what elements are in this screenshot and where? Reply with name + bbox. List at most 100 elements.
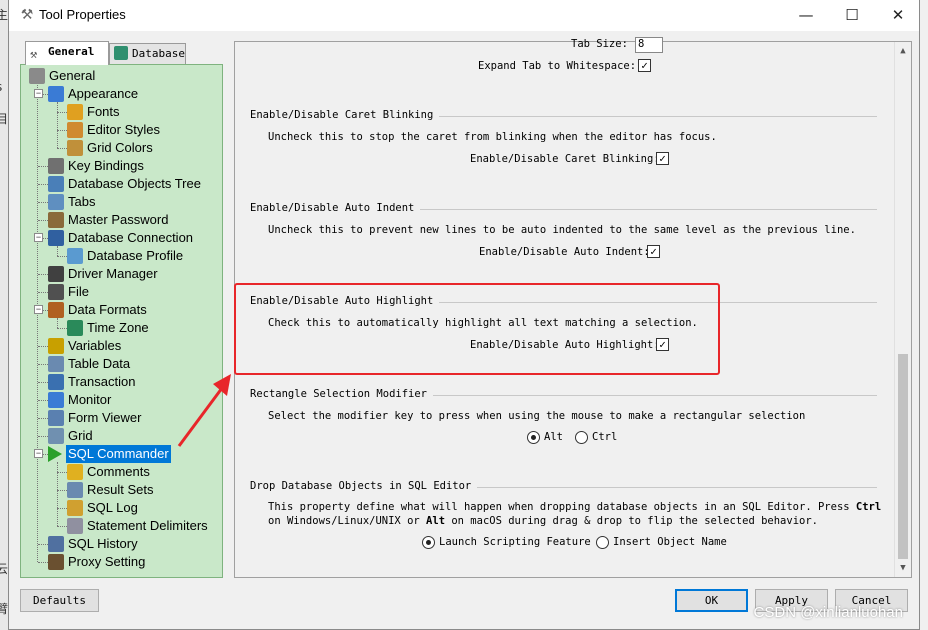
tree-item-label: Database Objects Tree [68,176,201,191]
watermark-text: CSDN @xinlianluohan [753,604,903,621]
tree-item-label: Master Password [68,212,169,227]
minimize-button[interactable]: — [783,0,829,31]
settings-tree: General Appearance − Fonts Editor Styles Grid… [20,64,223,578]
collapse-toggle-icon[interactable]: − [34,233,43,242]
ctrl-radio-label[interactable]: Ctrl [592,431,617,443]
caret-heading: Enable/Disable Caret Blinking [250,109,440,121]
maximize-button[interactable]: ☐ [829,0,875,31]
caret-description: Uncheck this to stop the caret from blin… [268,131,717,143]
tree-item-label: Key Bindings [68,158,144,173]
drop-description-line1: This property define what will happen wh… [268,501,882,513]
collapse-toggle-icon[interactable]: − [34,449,43,458]
insert-object-name-label[interactable]: Insert Object Name [613,536,727,548]
monitor-icon [48,392,64,408]
auto-highlight-checkbox[interactable]: ✓ [656,338,669,351]
ok-button[interactable]: OK [675,589,748,612]
collapse-toggle-icon[interactable]: − [34,89,43,98]
tree-line [38,292,48,293]
launch-scripting-label[interactable]: Launch Scripting Feature [439,536,591,548]
window-title: Tool Properties [39,7,126,22]
tree-line [38,364,48,365]
tree-line [57,328,67,329]
tree-line [38,400,48,401]
settings-content-panel: Tab Size: 8 Expand Tab to Whitespace: ✓ … [234,37,912,578]
tree-line [38,184,48,185]
tools-icon: ⚒ [20,7,34,23]
tree-item-label: Variables [68,338,122,353]
styles-icon [67,122,83,138]
ctrl-radio[interactable] [575,431,588,444]
tree-icon [48,176,64,192]
tab-database[interactable]: Database [109,43,186,65]
keyboard-icon [48,158,64,174]
highlight-description: Check this to automatically highlight al… [268,317,698,329]
tree-item-label: Table Data [68,356,131,371]
tree-item-label: Form Viewer [68,410,142,425]
comment-icon [67,464,83,480]
tree-line [38,166,48,167]
annotation-arrow-icon [177,374,231,447]
scroll-up-icon[interactable]: ▲ [895,43,911,59]
rectangle-description: Select the modifier key to press when us… [268,410,806,422]
alt-radio-label[interactable]: Alt [544,431,563,443]
expand-tab-checkbox[interactable]: ✓ [638,59,651,72]
collapse-toggle-icon[interactable]: − [34,305,43,314]
indent-heading: Enable/Disable Auto Indent [250,202,421,214]
tree-line [38,274,48,275]
defaults-button[interactable]: Defaults [20,589,99,612]
profile-icon [67,248,83,264]
tree-line [38,346,48,347]
monitor-icon [48,86,64,102]
tree-item-label: Editor Styles [87,122,160,137]
scrollbar-thumb[interactable] [898,354,908,559]
close-button[interactable]: ✕ [875,0,921,31]
tree-item-label: Transaction [68,374,136,389]
indent-option-label: Enable/Disable Auto Indent: [479,246,650,258]
tree-line [57,112,67,113]
tree-line [57,472,67,473]
alt-radio[interactable] [527,431,540,444]
highlight-option-label: Enable/Disable Auto Highlight: [470,339,660,351]
tab-size-input[interactable]: 8 [635,37,663,53]
tree-line [57,148,67,149]
tools-icon: ⚒ [30,47,38,61]
vertical-scrollbar[interactable]: ▲ ▼ [894,42,911,577]
expand-tab-label: Expand Tab to Whitespace: [478,60,637,72]
tab-size-label: Tab Size: [571,38,628,50]
tree-line [57,462,58,526]
tree-item-label: Database Connection [68,230,194,245]
tree-item-label: Database Profile [87,248,184,263]
tree-line [38,202,48,203]
tree-line [57,508,67,509]
tree-item-label: Appearance [68,86,139,101]
tab-general[interactable]: ⚒ General [25,41,109,65]
tree-item-label: Grid [68,428,93,443]
tree-item-label: SQL History [68,536,138,551]
highlight-heading: Enable/Disable Auto Highlight [250,295,440,307]
caret-blinking-checkbox[interactable]: ✓ [656,152,669,165]
file-icon [48,284,64,300]
launch-scripting-radio[interactable] [422,536,435,549]
tree-item-label: Tabs [68,194,96,209]
tree-line [38,436,48,437]
database-icon [114,46,128,60]
tree-item-label: General [49,68,96,83]
tree-line [57,102,58,148]
palette-icon [67,140,83,156]
scroll-down-icon[interactable]: ▼ [895,560,911,576]
insert-object-name-radio[interactable] [596,536,609,549]
tree-line [38,220,48,221]
auto-indent-checkbox[interactable]: ✓ [647,245,660,258]
indent-description: Uncheck this to prevent new lines to be … [268,224,856,236]
driver-icon [48,266,64,282]
key-icon [48,212,64,228]
tree-item-label: Comments [87,464,150,479]
font-icon [67,104,83,120]
tool-properties-dialog: ⚒ Tool Properties — ☐ ✕ ⚒ General Databas… [8,0,920,630]
transaction-icon [48,374,64,390]
tree-line [57,130,67,131]
tree-line [38,544,48,545]
tree-item-label: File [68,284,89,299]
play-icon [48,446,62,462]
tree-line [57,490,67,491]
